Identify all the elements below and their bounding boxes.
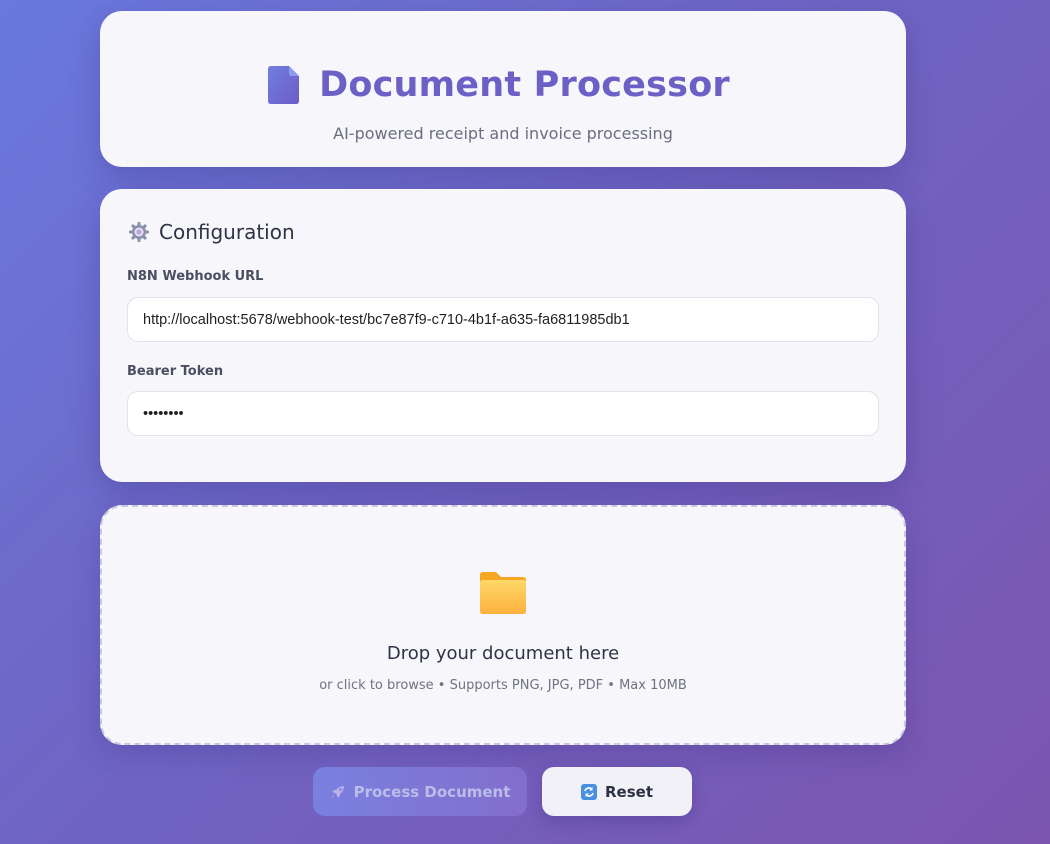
webhook-url-input[interactable] bbox=[127, 297, 879, 342]
reset-label: Reset bbox=[605, 782, 653, 801]
webhook-url-label: N8N Webhook URL bbox=[127, 269, 264, 284]
reset-button[interactable]: Reset bbox=[542, 767, 692, 816]
configuration-title: Configuration bbox=[159, 220, 295, 244]
bearer-token-label: Bearer Token bbox=[127, 364, 224, 379]
refresh-icon bbox=[581, 783, 597, 800]
rocket-icon bbox=[330, 784, 346, 800]
header-title-row: Document Processor bbox=[100, 61, 906, 109]
page-subtitle: AI-powered receipt and invoice processin… bbox=[333, 124, 673, 143]
file-dropzone[interactable] bbox=[100, 505, 906, 745]
process-document-label: Process Document bbox=[353, 782, 511, 801]
header-card: Document Processor AI-powered receipt an… bbox=[100, 11, 906, 167]
document-icon bbox=[268, 66, 300, 104]
folder-icon bbox=[480, 572, 526, 614]
page-title: Document Processor bbox=[319, 65, 730, 105]
dropzone-title: Drop your document here bbox=[386, 643, 620, 664]
process-document-button[interactable]: Process Document bbox=[313, 767, 527, 816]
configuration-header: Configuration bbox=[128, 220, 295, 244]
dropzone-subtitle: or click to browse • Supports PNG, JPG, … bbox=[319, 678, 687, 693]
gear-icon bbox=[128, 221, 150, 243]
bearer-token-input[interactable] bbox=[127, 391, 879, 436]
